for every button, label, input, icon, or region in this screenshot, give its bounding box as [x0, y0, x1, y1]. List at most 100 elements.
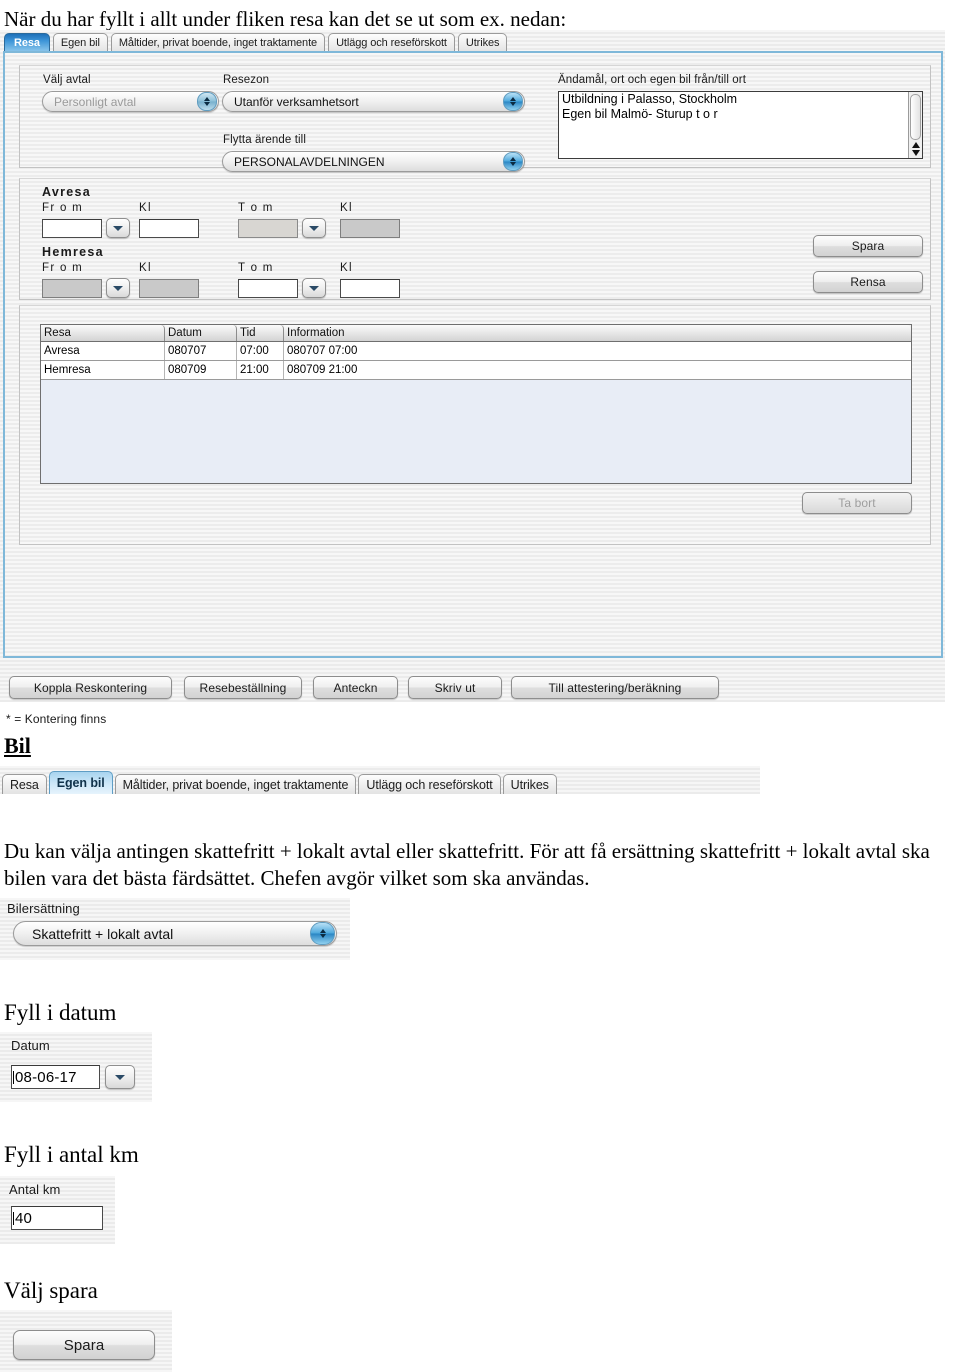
tab-utrikes[interactable]: Utrikes — [457, 33, 508, 52]
ta-bort-button[interactable]: Ta bort — [802, 492, 912, 514]
bilersattning-combo[interactable]: Skattefritt + lokalt avtal — [13, 921, 337, 946]
bilersattning-stepper-icon[interactable] — [310, 922, 335, 945]
grid-col-information[interactable]: Information — [284, 325, 911, 341]
scroll-down-icon[interactable] — [911, 150, 920, 156]
tab-utlagg[interactable]: Utlägg och reseförskott — [328, 33, 455, 52]
tab-bil-egen-bil[interactable]: Egen bil — [48, 771, 113, 794]
tab-bil-utrikes[interactable]: Utrikes — [502, 774, 557, 794]
spara-screenshot: Spara — [0, 1310, 172, 1372]
tab-resa[interactable]: Resa — [4, 33, 50, 52]
antal-km-input[interactable]: 40 — [11, 1206, 103, 1230]
avresa-to-time-input — [340, 219, 400, 238]
datum-value: 08-06-17 — [15, 1068, 77, 1086]
flytta-arende-label: Flytta ärende till — [223, 134, 306, 146]
tab-bil-maltider[interactable]: Måltider, privat boende, inget traktamen… — [114, 774, 357, 794]
text-caret — [13, 1070, 14, 1084]
scrollbar-thumb[interactable] — [910, 94, 921, 140]
datum-input[interactable]: 08-06-17 — [11, 1065, 100, 1089]
resa-tabstrip[interactable]: Resa Egen bil Måltider, privat boende, i… — [0, 30, 945, 52]
resa-grid-group: Resa Datum Tid Information Avresa 080707… — [19, 305, 931, 545]
bil-paragraph: Du kan välja antingen skattefritt + loka… — [4, 839, 930, 890]
table-row[interactable]: Hemresa 080709 21:00 080709 21:00 — [41, 361, 911, 380]
chevron-down-icon — [309, 225, 319, 231]
hemresa-from-label: Fr o m — [42, 262, 84, 274]
tab-bil-resa[interactable]: Resa — [2, 774, 47, 794]
hemresa-from-time-input — [139, 279, 199, 298]
bil-tabstrip-screenshot: Resa Egen bil Måltider, privat boende, i… — [0, 766, 760, 794]
hemresa-to-time-input[interactable] — [340, 279, 400, 298]
bilersattning-screenshot: Bilersättning Skattefritt + lokalt avtal — [0, 898, 350, 960]
bil-tabstrip[interactable]: Resa Egen bil Måltider, privat boende, i… — [0, 766, 760, 794]
kontering-footnote: * = Kontering finns — [6, 712, 107, 726]
datum-dropdown-button[interactable] — [105, 1065, 135, 1089]
tab-resa-label: Resa — [14, 37, 40, 49]
heading-bil: Bil — [4, 733, 31, 758]
cell-information: 080709 21:00 — [287, 364, 358, 376]
cell-tid: 07:00 — [237, 342, 284, 360]
till-attestering-button[interactable]: Till attestering/beräkning — [511, 676, 719, 699]
bil-spara-button[interactable]: Spara — [13, 1330, 155, 1360]
resezon-combo[interactable]: Utanför verksamhetsort — [222, 91, 525, 112]
scroll-up-icon[interactable] — [911, 142, 920, 148]
chevron-down-icon — [113, 285, 123, 291]
resa-grid[interactable]: Resa Datum Tid Information Avresa 080707… — [40, 324, 912, 484]
avresa-to-input — [238, 219, 298, 238]
hemresa-to-dropdown-button[interactable] — [302, 278, 326, 298]
chevron-down-icon — [309, 285, 319, 291]
cell-tid: 21:00 — [237, 361, 284, 379]
heading-fyll-i-antal-km: Fyll i antal km — [4, 1142, 139, 1167]
resa-screenshot: Resa Egen bil Måltider, privat boende, i… — [0, 30, 945, 726]
tab-bil-resa-label: Resa — [10, 777, 39, 792]
andamal-scrollbar[interactable] — [908, 92, 922, 158]
grid-col-datum[interactable]: Datum — [165, 325, 237, 341]
spara-button[interactable]: Spara — [813, 235, 923, 257]
andamal-line-2: Egen bil Malmö- Sturup t o r — [562, 107, 718, 121]
bilersattning-value: Skattefritt + lokalt avtal — [32, 925, 174, 942]
valj-avtal-combo[interactable]: Personligt avtal — [42, 91, 219, 112]
grid-col-tid[interactable]: Tid — [237, 325, 284, 341]
tab-bil-maltider-label: Måltider, privat boende, inget traktamen… — [122, 777, 349, 792]
valj-avtal-stepper-icon[interactable] — [197, 92, 217, 111]
antal-km-screenshot: Antal km 40 — [0, 1176, 115, 1244]
avresa-from-label: Fr o m — [42, 202, 84, 214]
rensa-button[interactable]: Rensa — [813, 271, 923, 293]
chevron-down-icon — [115, 1074, 125, 1080]
avresa-from-time-input[interactable] — [139, 219, 199, 238]
flytta-arende-value: PERSONALAVDELNINGEN — [234, 154, 385, 169]
avresa-title: Avresa — [42, 185, 92, 199]
cell-information: 080707 07:00 — [287, 345, 358, 357]
avresa-from-dropdown-button[interactable] — [106, 218, 130, 238]
grid-empty-area — [41, 380, 911, 483]
hemresa-from-dropdown-button[interactable] — [106, 278, 130, 298]
grid-header-row: Resa Datum Tid Information — [41, 325, 911, 342]
hemresa-to-input[interactable] — [238, 279, 298, 298]
tab-bil-utrikes-label: Utrikes — [510, 777, 549, 792]
hemresa-to-label: T o m — [238, 262, 274, 274]
tab-maltider[interactable]: Måltider, privat boende, inget traktamen… — [110, 33, 326, 52]
chevron-down-icon — [113, 225, 123, 231]
koppla-reskontering-button[interactable]: Koppla Reskontering — [9, 676, 172, 699]
tab-egen-bil-label: Egen bil — [60, 37, 100, 49]
flytta-arende-combo[interactable]: PERSONALAVDELNINGEN — [222, 151, 525, 172]
anteckn-button[interactable]: Anteckn — [313, 676, 398, 699]
cell-datum: 080707 — [165, 342, 237, 360]
tab-utrikes-label: Utrikes — [465, 37, 500, 49]
bilersattning-label: Bilersättning — [7, 901, 80, 916]
resezon-value: Utanför verksamhetsort — [234, 94, 359, 109]
tab-bil-utlagg[interactable]: Utlägg och reseförskott — [358, 774, 501, 794]
flytta-arende-stepper-icon[interactable] — [503, 152, 523, 171]
grid-col-resa[interactable]: Resa — [41, 325, 165, 341]
tab-egen-bil[interactable]: Egen bil — [52, 33, 108, 52]
tab-bil-egen-bil-label: Egen bil — [56, 776, 105, 790]
avresa-to-time-label: Kl — [340, 202, 353, 214]
skriv-ut-button[interactable]: Skriv ut — [408, 676, 502, 699]
avresa-to-dropdown-button[interactable] — [302, 218, 326, 238]
resa-bottom-toolbar: Koppla Reskontering Resebeställning Ante… — [0, 675, 945, 701]
resebestallning-button[interactable]: Resebeställning — [184, 676, 302, 699]
avresa-from-input[interactable] — [42, 219, 102, 238]
resezon-stepper-icon[interactable] — [503, 92, 523, 111]
andamal-memo[interactable]: Utbildning i Palasso, Stockholm Egen bil… — [558, 91, 923, 159]
text-caret — [13, 1211, 14, 1225]
intro-paragraph: När du har fyllt i allt under fliken res… — [4, 7, 567, 31]
table-row[interactable]: Avresa 080707 07:00 080707 07:00 — [41, 342, 911, 361]
